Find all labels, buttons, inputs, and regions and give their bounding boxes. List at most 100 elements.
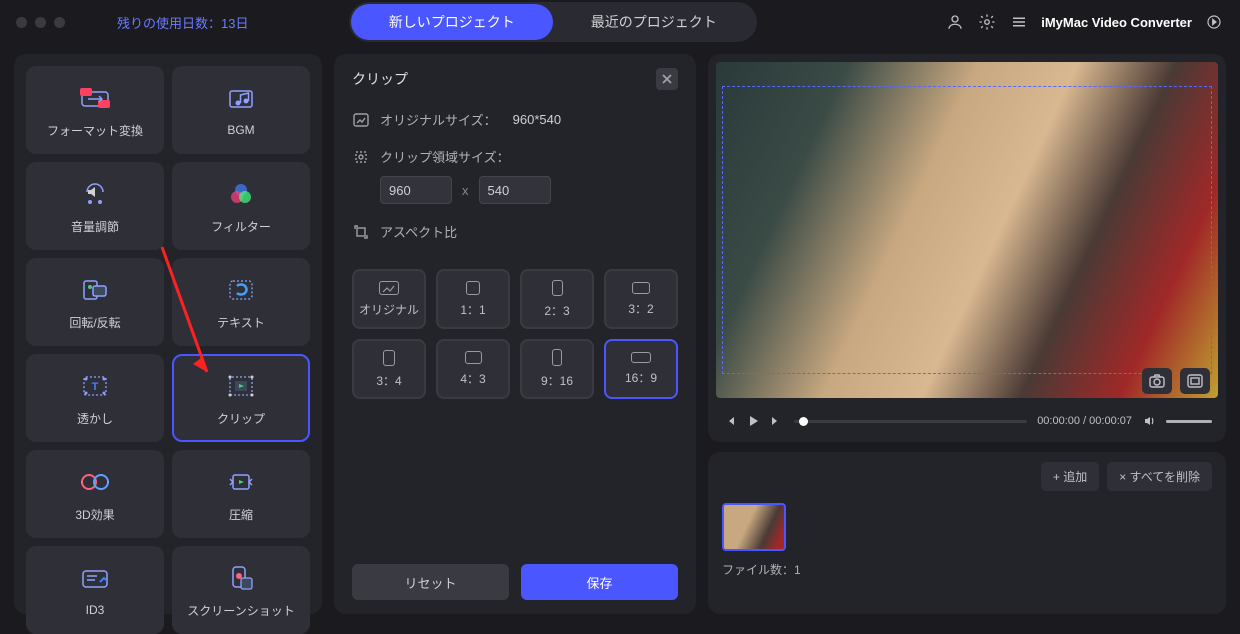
file-area: + 追加 × すべてを削除 ファイル数：1 <box>708 452 1226 614</box>
fullscreen-button[interactable] <box>1180 368 1210 394</box>
shape-icon <box>383 350 395 366</box>
app-name: iMyMac Video Converter <box>1041 15 1192 30</box>
export-icon[interactable] <box>1204 12 1224 32</box>
clip-height-input[interactable] <box>479 176 551 204</box>
tool-screenshot[interactable]: スクリーンショット <box>172 546 310 634</box>
aspect-16-9[interactable]: 16：9 <box>604 339 678 399</box>
crop-outline[interactable] <box>722 86 1212 374</box>
aspect-label-text: 1：1 <box>460 301 485 318</box>
x-separator: x <box>462 183 469 198</box>
progress-bar[interactable] <box>794 420 1027 423</box>
play-button[interactable] <box>746 414 760 428</box>
aspect-label-text: 9：16 <box>541 372 573 389</box>
video-preview[interactable] <box>716 62 1218 398</box>
bgm-icon <box>225 83 257 115</box>
tool-compress[interactable]: 圧縮 <box>172 450 310 538</box>
tool-id3[interactable]: ID3 <box>26 546 164 634</box>
rotate-icon <box>79 274 111 306</box>
text-icon <box>225 274 257 306</box>
next-button[interactable] <box>770 414 784 428</box>
original-size-label: オリジナルサイズ： <box>380 110 497 129</box>
file-count: ファイル数：1 <box>722 561 1212 578</box>
camera-icon <box>1149 374 1165 388</box>
shape-icon <box>466 281 480 295</box>
aspect-9-16[interactable]: 9：16 <box>520 339 594 399</box>
panel-title: クリップ <box>352 69 408 89</box>
original-shape-icon <box>379 281 399 295</box>
volume-button[interactable] <box>1142 414 1156 428</box>
volume-slider[interactable] <box>1166 420 1212 423</box>
tool-volume[interactable]: 音量調節 <box>26 162 164 250</box>
menu-icon[interactable] <box>1009 12 1029 32</box>
window-controls <box>16 17 65 28</box>
file-thumbnail[interactable] <box>722 503 786 551</box>
aspect-3-4[interactable]: 3：4 <box>352 339 426 399</box>
progress-thumb[interactable] <box>799 417 808 426</box>
playback-controls: 00:00:00 / 00:00:07 <box>708 406 1226 442</box>
aspect-label-text: 3：4 <box>376 372 401 389</box>
aspect-4-3[interactable]: 4：3 <box>436 339 510 399</box>
topbar: 残りの使用日数：13日 新しいプロジェクト 最近のプロジェクト iMyMac V… <box>0 0 1240 44</box>
tool-format[interactable]: フォーマット変換 <box>26 66 164 154</box>
aspect-label-text: 3：2 <box>628 300 653 317</box>
shape-icon <box>632 282 650 294</box>
clip-panel: クリップ オリジナルサイズ： 960*540 クリップ領域サイズ： x アスペク… <box>334 54 696 614</box>
add-file-button[interactable]: + 追加 <box>1041 462 1099 491</box>
delete-all-button[interactable]: × すべてを削除 <box>1107 462 1212 491</box>
settings-icon[interactable] <box>977 12 997 32</box>
right-panel: 00:00:00 / 00:00:07 + 追加 × すべてを削除 ファイル数：… <box>708 54 1226 614</box>
fullscreen-icon <box>1187 374 1203 388</box>
prev-button[interactable] <box>722 414 736 428</box>
save-button[interactable]: 保存 <box>521 564 678 600</box>
tool-bgm[interactable]: BGM <box>172 66 310 154</box>
project-tabs: 新しいプロジェクト 最近のプロジェクト <box>349 2 757 42</box>
close-icon <box>661 73 673 85</box>
crop-icon <box>352 148 370 166</box>
shape-icon <box>552 280 563 296</box>
aspect-label-text: 4：3 <box>460 370 485 387</box>
tools-sidebar: フォーマット変換 BGM 音量調節 フィルター 回転/反転 テキスト T 透かし <box>14 54 322 614</box>
tile-label: テキスト <box>217 314 265 331</box>
maximize-window[interactable] <box>54 17 65 28</box>
tab-new-project[interactable]: 新しいプロジェクト <box>351 4 553 40</box>
tile-label: 3D効果 <box>75 506 114 523</box>
aspect-1-1[interactable]: 1：1 <box>436 269 510 329</box>
tool-text[interactable]: テキスト <box>172 258 310 346</box>
tile-label: 透かし <box>77 410 113 427</box>
tool-clip[interactable]: クリップ <box>172 354 310 442</box>
tool-rotate[interactable]: 回転/反転 <box>26 258 164 346</box>
original-size-value: 960*540 <box>513 112 561 127</box>
minimize-window[interactable] <box>35 17 46 28</box>
trial-days-label: 残りの使用日数：13日 <box>117 13 248 32</box>
shape-icon <box>631 352 651 363</box>
aspect-icon <box>352 223 370 241</box>
aspect-label-text: オリジナル <box>359 301 419 318</box>
snapshot-button[interactable] <box>1142 368 1172 394</box>
tool-filter[interactable]: フィルター <box>172 162 310 250</box>
filter-icon <box>225 178 257 210</box>
tile-label: フィルター <box>211 218 271 235</box>
clip-size-label: クリップ領域サイズ： <box>380 147 510 166</box>
image-icon <box>352 111 370 129</box>
volume-icon <box>79 178 111 210</box>
aspect-original[interactable]: オリジナル <box>352 269 426 329</box>
aspect-3-2[interactable]: 3：2 <box>604 269 678 329</box>
clip-icon <box>225 370 257 402</box>
close-panel-button[interactable] <box>656 68 678 90</box>
tile-label: スクリーンショット <box>187 602 294 619</box>
tab-recent-project[interactable]: 最近のプロジェクト <box>553 4 755 40</box>
tile-label: フォーマット変換 <box>47 122 143 139</box>
shape-icon <box>552 349 562 366</box>
tool-3d[interactable]: 3D効果 <box>26 450 164 538</box>
clip-width-input[interactable] <box>380 176 452 204</box>
reset-button[interactable]: リセット <box>352 564 509 600</box>
time-display: 00:00:00 / 00:00:07 <box>1037 415 1132 427</box>
tool-watermark[interactable]: T 透かし <box>26 354 164 442</box>
tile-label: 回転/反転 <box>69 314 120 331</box>
close-window[interactable] <box>16 17 27 28</box>
tile-label: クリップ <box>217 410 265 427</box>
aspect-2-3[interactable]: 2：3 <box>520 269 594 329</box>
shape-icon <box>465 351 482 364</box>
format-icon <box>79 82 111 114</box>
account-icon[interactable] <box>945 12 965 32</box>
